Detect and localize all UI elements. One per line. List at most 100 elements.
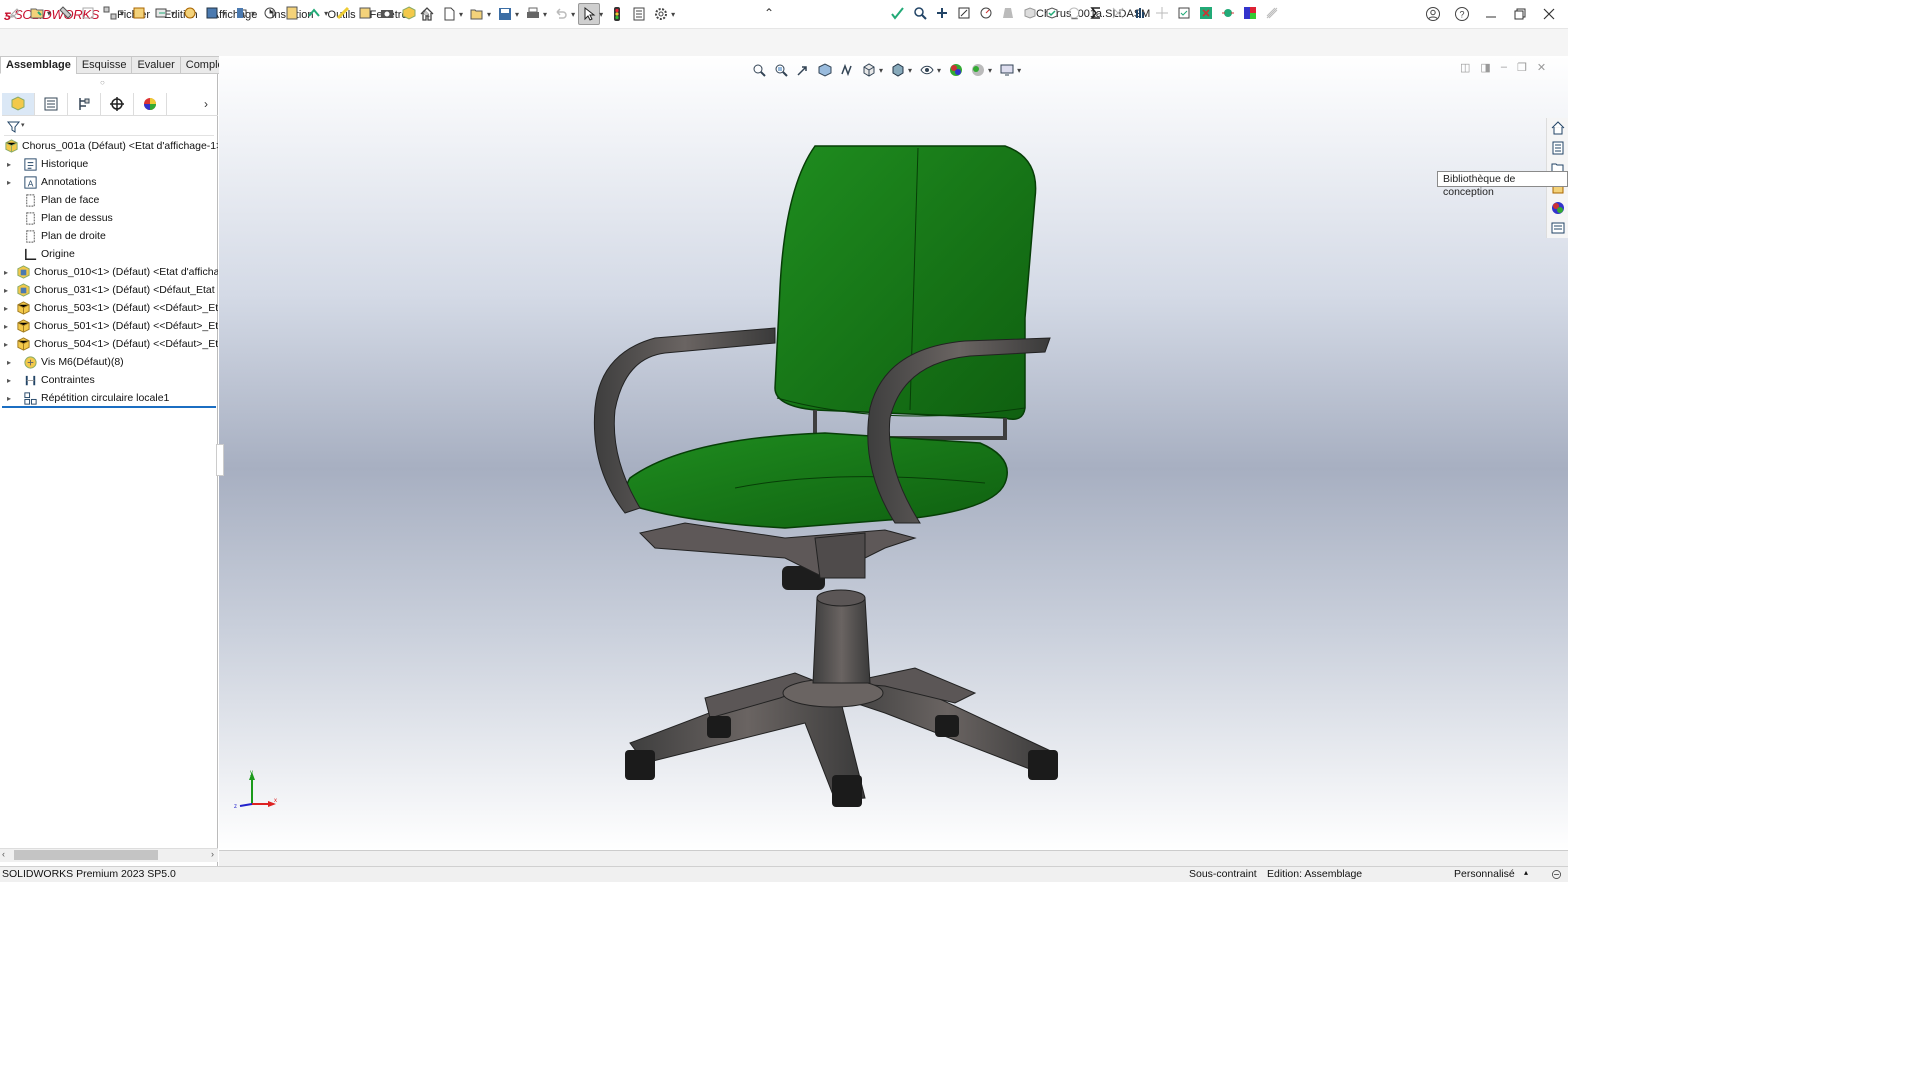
rollback-bar[interactable]: [2, 406, 216, 408]
compare-documents-icon[interactable]: [1151, 2, 1172, 24]
insert-components-icon[interactable]: [26, 2, 47, 24]
costing-icon[interactable]: [1195, 2, 1216, 24]
account-icon[interactable]: [1422, 3, 1444, 25]
smart-fasteners-icon[interactable]: [128, 2, 149, 24]
configuration-manager-tab-icon[interactable]: [68, 92, 101, 115]
take-snapshot-icon[interactable]: [376, 2, 397, 24]
save-dropdown-icon[interactable]: ▾: [515, 10, 519, 19]
display-manager-tab-icon[interactable]: [134, 92, 167, 115]
check-active-document-icon[interactable]: [1173, 2, 1194, 24]
apply-scene-icon[interactable]: [967, 60, 988, 80]
viewport-minimize-icon[interactable]: –: [1501, 61, 1507, 74]
measure-icon[interactable]: [975, 2, 996, 24]
scrollbar-thumb[interactable]: [14, 850, 158, 860]
tree-node[interactable]: Plan de dessus: [0, 209, 218, 227]
options-icon[interactable]: [650, 3, 672, 25]
pattern-dropdown-icon[interactable]: ▾: [120, 9, 124, 18]
tree-node[interactable]: ▸ Chorus_501<1> (Défaut) <<Défaut>_Etat: [0, 317, 218, 335]
tree-node[interactable]: Origine: [0, 245, 218, 263]
expand-arrow-icon[interactable]: ▸: [4, 322, 8, 331]
scroll-right-icon[interactable]: ›: [211, 849, 214, 859]
save-icon[interactable]: [494, 3, 516, 25]
undo-dropdown-icon[interactable]: ▾: [571, 10, 575, 19]
zoom-to-fit-icon[interactable]: [748, 60, 769, 80]
hide-show-items-icon[interactable]: [916, 60, 937, 80]
hole-alignment-icon[interactable]: [953, 2, 974, 24]
tile-right-icon[interactable]: ◨: [1480, 61, 1490, 74]
tree-filter[interactable]: ▾: [4, 118, 214, 136]
view-orientation-icon[interactable]: [858, 60, 879, 80]
print-dropdown-icon[interactable]: ▾: [543, 10, 547, 19]
expand-arrow-icon[interactable]: ▸: [4, 340, 8, 349]
select-icon[interactable]: [578, 3, 601, 25]
sensor-icon[interactable]: [1063, 2, 1084, 24]
open-dropdown-icon[interactable]: ▾: [487, 10, 491, 19]
filter-dropdown-icon[interactable]: ▾: [21, 121, 25, 129]
exploded-view-icon[interactable]: [303, 2, 324, 24]
options-dropdown-icon[interactable]: ▾: [671, 10, 675, 19]
tree-root[interactable]: Chorus_001a (Défaut) <Etat d'affichage-1…: [0, 137, 218, 155]
mass-properties-icon[interactable]: [997, 2, 1018, 24]
dynamic-annotation-icon[interactable]: [836, 60, 857, 80]
section-properties-icon[interactable]: [1019, 2, 1040, 24]
chair-3d-model[interactable]: [585, 138, 1065, 818]
view-orientation-dropdown-icon[interactable]: ▾: [879, 66, 883, 75]
view-settings-icon[interactable]: [996, 60, 1017, 80]
tree-node[interactable]: ▸ Chorus_503<1> (Défaut) <<Défaut>_Etat: [0, 299, 218, 317]
tab-assemblage[interactable]: Assemblage: [0, 56, 77, 74]
assembly-visualization-icon[interactable]: [1129, 2, 1150, 24]
units-dropdown-icon[interactable]: ▴: [1524, 868, 1528, 877]
assembly-features-icon[interactable]: [201, 2, 222, 24]
scene-dropdown-icon[interactable]: ▾: [988, 66, 992, 75]
reference-dropdown-icon[interactable]: ▾: [251, 9, 255, 18]
clearance-verification-icon[interactable]: [931, 2, 952, 24]
tab-evaluer[interactable]: Evaluer: [131, 56, 181, 74]
scroll-left-icon[interactable]: ‹: [2, 849, 5, 859]
move-component-icon[interactable]: [150, 2, 171, 24]
linear-pattern-icon[interactable]: [77, 2, 98, 24]
features-dropdown-icon[interactable]: ▾: [222, 9, 226, 18]
insert-dropdown-icon[interactable]: ▾: [47, 9, 51, 18]
help-icon[interactable]: ?: [1451, 3, 1473, 25]
print-icon[interactable]: [522, 3, 544, 25]
tree-node[interactable]: ▸ Répétition circulaire locale1: [0, 389, 218, 407]
undo-icon[interactable]: [550, 3, 572, 25]
design-library-icon[interactable]: [1547, 138, 1569, 157]
new-document-icon[interactable]: [438, 3, 460, 25]
rebuild-icon[interactable]: [606, 3, 628, 25]
file-properties-icon[interactable]: [628, 3, 650, 25]
restore-icon[interactable]: [1509, 3, 1531, 25]
interference-detection-icon[interactable]: [909, 2, 930, 24]
update-speedpak-icon[interactable]: [354, 2, 375, 24]
display-style-shaded-icon[interactable]: [887, 60, 908, 80]
tree-node[interactable]: ▸ Chorus_010<1> (Défaut) <Etat d'affichag: [0, 263, 218, 281]
dimxpert-manager-tab-icon[interactable]: [101, 92, 134, 115]
property-manager-tab-icon[interactable]: [35, 92, 68, 115]
feature-manager-tab-icon[interactable]: [2, 92, 35, 115]
expand-arrow-icon[interactable]: ▸: [4, 286, 8, 295]
spell-check-icon[interactable]: [887, 2, 908, 24]
expand-arrow-icon[interactable]: ▸: [4, 268, 8, 277]
exploded-dropdown-icon[interactable]: ▾: [324, 9, 328, 18]
component-pattern-icon[interactable]: [99, 2, 120, 24]
check-icon[interactable]: [1041, 2, 1062, 24]
solidworks-resources-icon[interactable]: [1547, 118, 1569, 137]
edit-component-icon[interactable]: [4, 2, 25, 24]
display-style-dropdown-icon[interactable]: ▾: [908, 66, 912, 75]
edit-appearance-icon[interactable]: [945, 60, 966, 80]
tree-node[interactable]: ▸ Vis M6(Défaut)(8): [0, 353, 218, 371]
expand-arrow-icon[interactable]: ▸: [4, 394, 14, 403]
section-view-icon[interactable]: [814, 60, 835, 80]
performance-evaluation-icon[interactable]: [1107, 2, 1128, 24]
open-icon[interactable]: [466, 3, 488, 25]
tree-node[interactable]: ▸ Historique: [0, 155, 218, 173]
tree-node[interactable]: ▸ Chorus_504<1> (Défaut) <<Défaut>_Etat: [0, 335, 218, 353]
expand-arrow-icon[interactable]: ▸: [4, 358, 14, 367]
expand-arrow-icon[interactable]: ▸: [4, 178, 14, 187]
new-motion-study-icon[interactable]: [259, 2, 280, 24]
instant3d-icon[interactable]: [332, 2, 353, 24]
filter-icon[interactable]: [6, 119, 22, 135]
home-icon[interactable]: [416, 3, 438, 25]
more-tabs-chevron-icon[interactable]: ›: [204, 97, 208, 111]
new-dropdown-icon[interactable]: ▾: [459, 10, 463, 19]
